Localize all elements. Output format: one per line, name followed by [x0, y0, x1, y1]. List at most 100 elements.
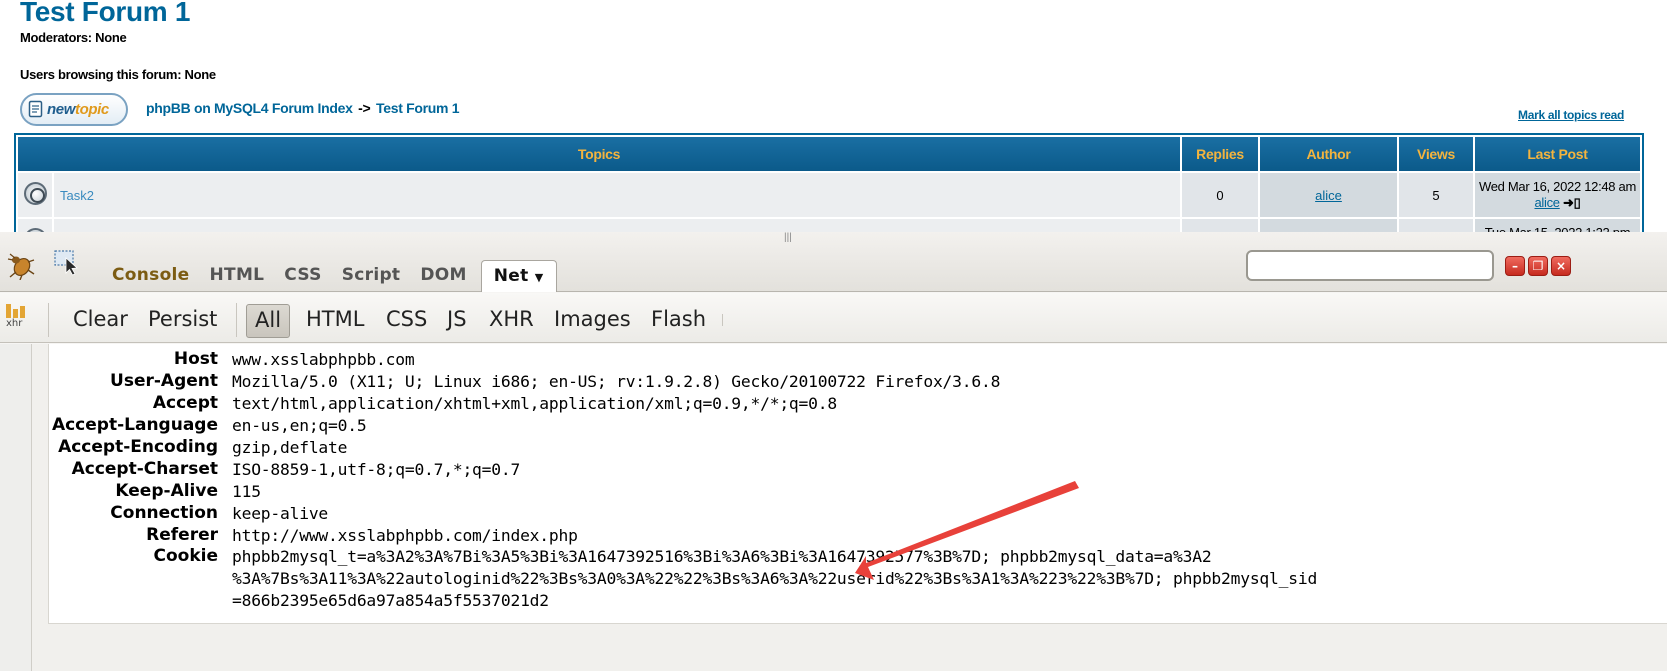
header-value: Mozilla/5.0 (X11; U; Linux i686; en-US; … [232, 371, 1001, 391]
header-value: text/html,application/xhtml+xml,applicat… [232, 393, 837, 413]
tab-dom[interactable]: DOM [410, 265, 476, 292]
inspect-element-icon[interactable] [54, 250, 80, 276]
tab-script[interactable]: Script [332, 265, 411, 292]
header-row: Accept text/html,application/xhtml+xml,ap… [48, 392, 1317, 414]
breadcrumb-separator: -> [358, 100, 371, 116]
close-icon[interactable]: × [1551, 256, 1571, 276]
filter-images-button[interactable]: Images [550, 304, 635, 338]
header-name: Accept-Charset [71, 459, 218, 479]
header-name: Accept-Encoding [58, 437, 218, 457]
document-icon [28, 100, 44, 119]
firebug-bug-icon[interactable] [6, 250, 36, 281]
header-row: Keep-Alive 115 [48, 480, 1317, 502]
column-header-views: Views [1399, 137, 1473, 171]
header-name: Accept [152, 393, 218, 413]
toolbar-divider [48, 303, 49, 337]
breadcrumb-index-link[interactable]: phpBB on MySQL4 Forum Index [146, 100, 353, 116]
new-topic-label-part2: topic [74, 101, 109, 118]
last-post-cell: Wed Mar 16, 2022 12:48 am alice ➜▯ [1475, 173, 1640, 217]
cookie-value: phpbb2mysql_t=a%3A2%3A%7Bi%3A5%3Bi%3A164… [232, 546, 1317, 612]
filter-html-button[interactable]: HTML [302, 304, 368, 338]
toolbar-divider [236, 303, 237, 337]
replies-count: 0 [1182, 173, 1258, 217]
header-row: User-Agent Mozilla/5.0 (X11; U; Linux i68… [48, 370, 1317, 392]
xhr-icon-label: xhr [6, 318, 23, 329]
request-gutter [0, 344, 32, 671]
header-value: keep-alive [232, 503, 329, 523]
header-value: ISO-8859-1,utf-8;q=0.7,*;q=0.7 [232, 459, 521, 479]
last-post-date: Wed Mar 16, 2022 12:48 am [1478, 179, 1637, 194]
cookie-value-line: =866b2395e65d6a97a854a5f5537021d2 [232, 591, 549, 610]
tab-net[interactable]: Net ▼ [480, 260, 557, 292]
header-name: Keep-Alive [115, 481, 218, 501]
forum-page: Test Forum 1 Moderators: None Users brow… [0, 0, 1667, 243]
table-row: Task2 0 alice 5 Wed Mar 16, 2022 12:48 a… [18, 173, 1640, 217]
header-row: Accept-Charset ISO-8859-1,utf-8;q=0.7,*;q… [48, 458, 1317, 480]
breadcrumb: phpBB on MySQL4 Forum Index -> Test Foru… [146, 100, 460, 116]
header-name: Cookie [153, 546, 219, 566]
firebug-search-input[interactable] [1246, 250, 1494, 281]
header-row: Connection keep-alive [48, 502, 1317, 524]
chevron-down-icon: ▼ [534, 271, 544, 284]
clear-button[interactable]: Clear [69, 304, 132, 338]
tab-net-label: Net [493, 266, 529, 286]
header-row: Accept-Encoding gzip,deflate [48, 436, 1317, 458]
net-toolbar: xhr Clear Persist All HTML CSS JS XHR Im… [0, 293, 1667, 343]
table-header-row: Topics Replies Author Views Last Post [18, 137, 1640, 171]
header-name: Connection [110, 503, 218, 523]
new-topic-label-part1: new [47, 101, 75, 118]
column-header-author: Author [1260, 137, 1397, 171]
new-topic-label: newtopic [47, 101, 109, 118]
users-browsing-text: Users browsing this forum: None [20, 67, 216, 82]
filter-js-button[interactable]: JS [443, 304, 471, 338]
views-count: 5 [1399, 173, 1473, 217]
go-to-post-icon[interactable]: ➜▯ [1563, 195, 1581, 210]
header-name: Host [173, 349, 218, 369]
header-row: Accept-Language en-us,en;q=0.5 [48, 414, 1317, 436]
persist-button[interactable]: Persist [144, 304, 221, 338]
xhr-spy-icon[interactable]: xhr [6, 304, 30, 334]
cookie-value-line: phpbb2mysql_t=a%3A2%3A%7Bi%3A5%3Bi%3A164… [232, 547, 1212, 566]
tab-html[interactable]: HTML [200, 265, 275, 292]
header-row: Host www.xsslabphpbb.com [48, 348, 1317, 370]
header-value: en-us,en;q=0.5 [232, 415, 367, 435]
firebug-tab-bar: Console HTML CSS Script DOM Net ▼ [102, 258, 557, 292]
topics-table: Topics Replies Author Views Last Post Ta… [14, 133, 1644, 243]
cookie-header-row: Cookie phpbb2mysql_t=a%3A2%3A%7Bi%3A5%3B… [48, 546, 1318, 612]
filter-all-button[interactable]: All [246, 304, 291, 338]
header-row: Referer http://www.xsslabphpbb.com/index.… [48, 524, 1317, 546]
column-header-topics: Topics [18, 137, 1180, 171]
firebug-main-toolbar: ||| Console HTML CSS Script DOM Net ▼ – … [0, 232, 1667, 292]
mark-all-read-link[interactable]: Mark all topics read [1518, 108, 1624, 122]
xhr-bars-graphic [6, 304, 30, 318]
topic-folder-icon [23, 182, 47, 205]
header-value: gzip,deflate [232, 437, 348, 457]
header-value: 115 [232, 481, 261, 501]
column-header-last-post: Last Post [1475, 137, 1640, 171]
moderators-text: Moderators: None [20, 30, 127, 45]
topic-title-link[interactable]: Task2 [54, 173, 1180, 217]
forum-title[interactable]: Test Forum 1 [20, 0, 190, 28]
header-value: www.xsslabphpbb.com [232, 349, 415, 369]
header-value: http://www.xsslabphpbb.com/index.php [232, 525, 578, 545]
filter-css-button[interactable]: CSS [382, 304, 431, 338]
request-headers-list: Host www.xsslabphpbb.com User-Agent Mozill… [48, 348, 1317, 612]
new-topic-button[interactable]: newtopic [20, 93, 128, 126]
net-request-details: Host www.xsslabphpbb.com User-Agent Mozill… [0, 344, 1667, 671]
window-buttons: – ❐ × [1505, 256, 1571, 276]
breadcrumb-current-link[interactable]: Test Forum 1 [376, 100, 460, 116]
minimize-icon[interactable]: – [1505, 256, 1525, 276]
filter-flash-button[interactable]: Flash [647, 304, 710, 338]
firebug-panel: ||| Console HTML CSS Script DOM Net ▼ – … [0, 232, 1667, 671]
panel-resize-handle[interactable]: ||| [784, 232, 792, 243]
header-name: Referer [146, 525, 218, 545]
toolbar-divider [722, 314, 723, 326]
header-name: User-Agent [110, 371, 218, 391]
tab-css[interactable]: CSS [274, 265, 331, 292]
header-name: Accept-Language [51, 415, 218, 435]
last-post-author-link[interactable]: alice [1534, 195, 1560, 210]
author-link[interactable]: alice [1260, 173, 1397, 217]
tab-console[interactable]: Console [102, 265, 200, 292]
filter-xhr-button[interactable]: XHR [485, 304, 538, 338]
restore-icon[interactable]: ❐ [1528, 256, 1548, 276]
